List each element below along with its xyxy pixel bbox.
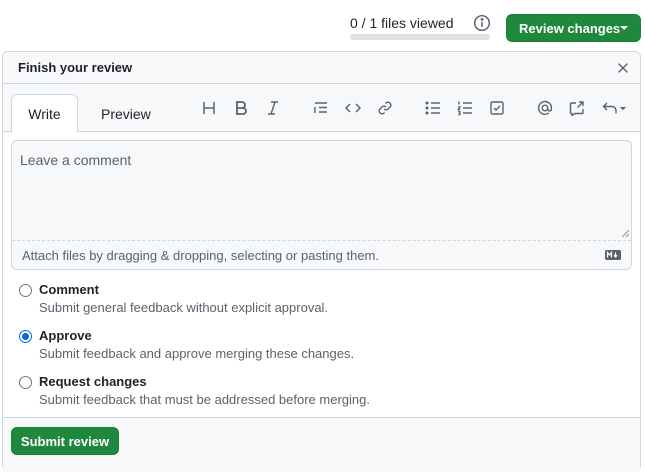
option-title: Comment — [39, 282, 99, 297]
editor-tabs: Write Preview — [3, 84, 640, 133]
option-description: Submit feedback that must be addressed b… — [39, 392, 370, 407]
option-title: Request changes — [39, 374, 147, 389]
review-changes-label: Review changes — [519, 20, 621, 36]
link-icon[interactable] — [375, 98, 395, 118]
panel-title: Finish your review — [18, 60, 133, 75]
comment-radio[interactable] — [19, 284, 32, 297]
comment-box: Attach files by dragging & dropping, sel… — [11, 140, 632, 270]
review-changes-button[interactable]: Review changes — [506, 14, 641, 42]
cross-reference-icon[interactable] — [567, 98, 587, 118]
code-icon[interactable] — [343, 98, 363, 118]
option-comment[interactable]: Comment Submit general feedback without … — [17, 282, 617, 322]
panel-footer: Submit review — [3, 417, 640, 472]
approve-radio[interactable] — [19, 330, 32, 343]
italic-icon[interactable] — [263, 98, 283, 118]
caret-down-icon — [620, 26, 628, 30]
files-viewed-progress — [350, 34, 490, 40]
files-viewed-count: 0 / 1 files viewed — [350, 15, 454, 31]
panel-header: Finish your review — [3, 52, 640, 84]
unordered-list-icon[interactable] — [423, 98, 443, 118]
tab-preview[interactable]: Preview — [87, 94, 165, 133]
info-icon[interactable] — [473, 14, 491, 32]
markdown-icon[interactable] — [605, 250, 621, 260]
resize-grip-icon[interactable] — [621, 229, 629, 237]
close-icon[interactable] — [616, 61, 630, 75]
top-bar: 0 / 1 files viewed Review changes — [0, 0, 645, 50]
finish-review-panel: Finish your review Write Preview Leave a… — [2, 51, 641, 472]
mention-icon[interactable] — [535, 98, 555, 118]
option-description: Submit feedback and approve merging thes… — [39, 346, 355, 361]
heading-icon[interactable] — [199, 98, 219, 118]
reply-icon[interactable] — [599, 98, 629, 118]
comment-textarea[interactable] — [12, 141, 631, 240]
option-request-changes[interactable]: Request changes Submit feedback that mus… — [17, 374, 617, 414]
option-title: Approve — [39, 328, 92, 343]
task-list-icon[interactable] — [487, 98, 507, 118]
bold-icon[interactable] — [231, 98, 251, 118]
quote-icon[interactable] — [311, 98, 331, 118]
attach-files-text: Attach files by dragging & dropping, sel… — [22, 248, 379, 263]
request-changes-radio[interactable] — [19, 376, 32, 389]
attach-files-bar[interactable]: Attach files by dragging & dropping, sel… — [12, 240, 631, 269]
tab-write[interactable]: Write — [11, 94, 78, 133]
option-approve[interactable]: Approve Submit feedback and approve merg… — [17, 328, 617, 368]
option-description: Submit general feedback without explicit… — [39, 300, 329, 315]
ordered-list-icon[interactable] — [455, 98, 475, 118]
submit-review-button[interactable]: Submit review — [11, 427, 119, 455]
